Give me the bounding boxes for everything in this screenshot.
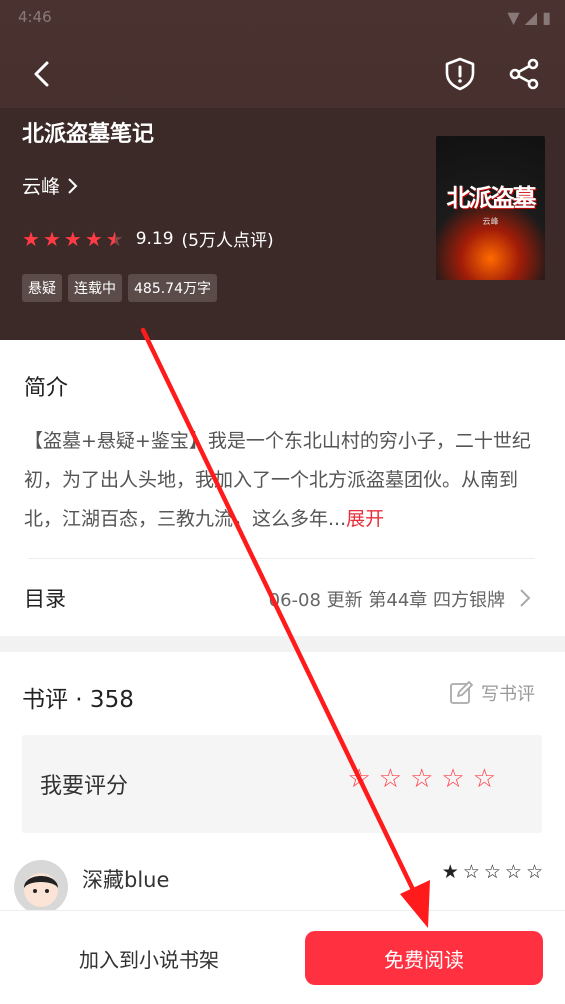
tag-genre: 悬疑 [22, 274, 62, 302]
shield-alert-icon [445, 57, 475, 91]
book-header: 4:46 ▼ ◢ ▮ 北派盗墓笔记 云峰 ★ ★ ★ ★ ★ 9.19 (5万人… [0, 0, 565, 340]
star-outline-icon[interactable]: ☆ [410, 765, 433, 793]
intro-heading: 简介 [24, 376, 69, 401]
book-title: 北派盗墓笔记 [22, 122, 155, 147]
status-time: 4:46 [18, 8, 52, 26]
author-link[interactable]: 云峰 [22, 172, 78, 199]
expand-link[interactable]: 展开 [346, 508, 384, 530]
cover-author: 云峰 [482, 217, 499, 226]
star-outline-icon: ☆ [504, 861, 522, 883]
star-full-icon: ★ [441, 861, 459, 883]
rating-stars: ★ ★ ★ ★ ★ [22, 229, 124, 249]
toc-label: 目录 [24, 587, 66, 611]
bottom-action-bar: 加入到小说书架 免费阅读 [0, 910, 565, 1004]
free-read-button[interactable]: 免费阅读 [305, 931, 543, 985]
toc-latest-chapter: 06-08 更新 第44章 四方银牌 [268, 590, 505, 611]
share-icon [509, 58, 539, 90]
star-full-icon: ★ [63, 226, 82, 251]
star-outline-icon[interactable]: ☆ [473, 765, 496, 793]
tag-status: 连载中 [68, 274, 122, 302]
cover-title: 北派盗墓 [446, 183, 537, 212]
write-review-button[interactable]: 写书评 [449, 680, 535, 706]
rating-row: ★ ★ ★ ★ ★ 9.19 (5万人点评) [22, 226, 274, 252]
book-tags: 悬疑 连载中 485.74万字 [22, 274, 217, 302]
tag-wordcount: 485.74万字 [128, 274, 217, 302]
intro-section: 简介 【盗墓+悬疑+鉴宝】我是一个东北山村的穷小子，二十世纪初，为了出人头地，我… [0, 340, 565, 636]
star-outline-icon[interactable]: ☆ [347, 765, 370, 793]
star-outline-icon[interactable]: ☆ [379, 765, 402, 793]
status-bar: 4:46 ▼ ◢ ▮ [0, 0, 565, 36]
book-info: 北派盗墓笔记 云峰 ★ ★ ★ ★ ★ 9.19 (5万人点评) 悬疑 连载中 … [0, 108, 565, 340]
top-nav-bar [0, 40, 565, 108]
star-outline-icon: ☆ [462, 861, 480, 883]
reviewer-rating: ★ ☆ ☆ ☆ ☆ [442, 862, 543, 882]
report-button[interactable] [436, 50, 484, 98]
chevron-right-icon [68, 177, 78, 194]
star-full-icon: ★ [42, 226, 61, 251]
star-full-icon: ★ [22, 226, 40, 251]
rating-score: 9.19 [135, 228, 174, 249]
author-name: 云峰 [22, 176, 61, 198]
back-button[interactable] [18, 50, 66, 98]
review-item: 深藏blue ★ ☆ ☆ ☆ ☆ [0, 846, 565, 916]
book-cover[interactable]: 北派盗墓 云峰 [436, 136, 545, 280]
toc-row[interactable]: 目录 06-08 更新 第44章 四方银牌 [0, 559, 565, 636]
add-to-shelf-button[interactable]: 加入到小说书架 [24, 933, 274, 983]
review-heading: 书评 · 358 [22, 687, 134, 713]
avatar-icon [24, 873, 58, 907]
edit-icon [450, 681, 473, 704]
star-full-icon: ★ [84, 226, 103, 251]
status-indicators: ▼ ◢ ▮ [507, 8, 551, 27]
intro-text: 【盗墓+悬疑+鉴宝】我是一个东北山村的穷小子，二十世纪初，为了出人头地，我加入了… [24, 422, 542, 539]
chevron-right-icon [520, 589, 531, 607]
share-button[interactable] [500, 50, 548, 98]
back-arrow-icon [34, 61, 49, 87]
star-outline-icon[interactable]: ☆ [441, 765, 464, 793]
star-outline-icon: ☆ [525, 861, 543, 883]
intro-body: 【盗墓+悬疑+鉴宝】我是一个东北山村的穷小子，二十世纪初，为了出人头地，我加入了… [24, 430, 531, 530]
star-outline-icon: ☆ [483, 861, 501, 883]
rate-stars: ☆ ☆ ☆ ☆ ☆ [347, 765, 496, 793]
avatar[interactable] [14, 860, 68, 914]
rate-box: 我要评分 ☆ ☆ ☆ ☆ ☆ [22, 735, 542, 833]
rate-prompt: 我要评分 [40, 774, 129, 799]
write-review-label: 写书评 [481, 684, 535, 705]
reviewer-name: 深藏blue [82, 868, 170, 892]
rating-count: (5万人点评) [181, 231, 274, 251]
star-half-icon: ★ [105, 226, 124, 251]
